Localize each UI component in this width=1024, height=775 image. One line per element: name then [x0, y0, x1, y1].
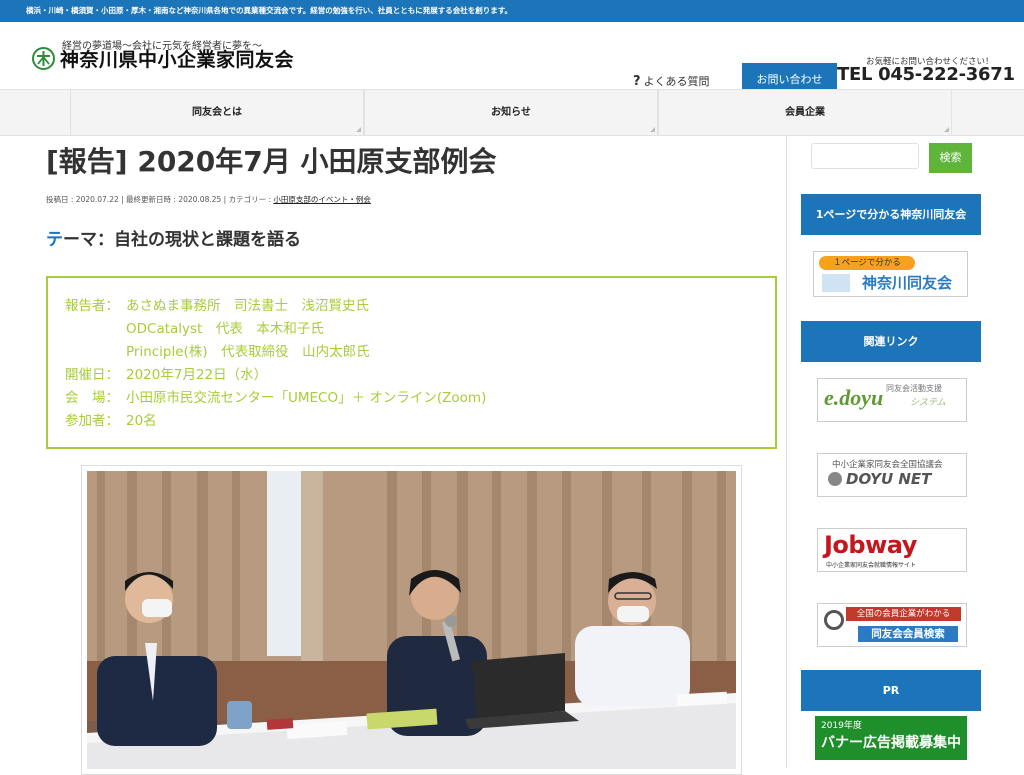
page-title: [報告] 2020年7月 小田原支部例会: [46, 145, 497, 178]
category-link[interactable]: 小田原支部のイベント・例会: [273, 195, 371, 204]
sidebar-heading-overview[interactable]: 1ページで分かる神奈川同友会: [801, 194, 981, 235]
edoyu-sub2: システム: [910, 398, 946, 408]
global-nav: 同友会とは お知らせ 会員企業: [0, 89, 1024, 136]
member-search-bottom: 同友会会員検索: [858, 626, 958, 642]
report-value: 20名: [126, 413, 157, 429]
theme-heading: テーマ：自社の現状と課題を語る: [46, 225, 301, 250]
corner-triangle-icon: [944, 127, 949, 132]
report-value: ODCatalyst 代表 本木和子氏: [126, 321, 324, 337]
question-icon: ?: [633, 74, 641, 89]
magnifier-icon: [824, 610, 844, 630]
book-icon: [822, 274, 850, 292]
report-value: Principle(株) 代表取締役 山内太郎氏: [126, 344, 370, 360]
phone-number[interactable]: TEL 045-222-3671: [837, 64, 1015, 85]
banner-overview-top: １ページで分かる: [819, 256, 915, 270]
nav-item-about[interactable]: 同友会とは: [70, 90, 364, 135]
report-label: 参加者：: [65, 413, 119, 429]
pr-text: バナー広告掲載募集中: [821, 735, 961, 751]
top-announcement-bar: 横浜・川崎・横須賀・小田原・厚木・湘南など神奈川県各地での異業種交流会です。経営…: [0, 0, 1024, 22]
event-photo-frame: [81, 465, 742, 775]
search-input[interactable]: [811, 143, 919, 169]
post-dates: 投稿日 : 2020.07.22 | 最終更新日時 : 2020.08.25 |…: [46, 195, 274, 204]
jobway-main: Jobway: [824, 531, 917, 559]
banner-doyunet[interactable]: 中小企業家同友会全国協議会 DOYU NET: [817, 453, 967, 497]
corner-triangle-icon: [356, 127, 361, 132]
report-line: 会 場： 小田原市民交流センター「UMECO」＋ オンライン(Zoom): [65, 387, 758, 410]
event-photo[interactable]: [87, 471, 736, 769]
report-line: 参加者： 20名: [65, 410, 758, 433]
banner-pr-ad[interactable]: 2019年度 バナー広告掲載募集中: [815, 716, 967, 760]
sidebar-heading-pr: PR: [801, 670, 981, 711]
report-summary-box: 報告者： あさぬま事務所 司法書士 浅沼賢史氏 ODCatalyst 代表 本木和…: [46, 276, 777, 449]
theme-text: ーマ：自社の現状と課題を語る: [63, 230, 301, 250]
search-button[interactable]: 検索: [929, 143, 972, 173]
sidebar-heading-links: 関連リンク: [801, 321, 981, 362]
report-line: ODCatalyst 代表 本木和子氏: [65, 318, 758, 341]
globe-icon: [828, 472, 842, 486]
member-search-top: 全国の会員企業がわかる: [846, 607, 961, 621]
report-label: 開催日：: [65, 367, 119, 383]
nav-edge-right: [952, 90, 1024, 135]
logo-mark-icon: [32, 47, 55, 70]
nav-item-news[interactable]: お知らせ: [364, 90, 658, 135]
banner-member-search[interactable]: 全国の会員企業がわかる 同友会会員検索: [817, 603, 967, 647]
report-value: 小田原市民交流センター「UMECO」＋ オンライン(Zoom): [126, 390, 487, 406]
report-value: 2020年7月22日（水）: [126, 367, 268, 383]
sidebar: 検索 1ページで分かる神奈川同友会 １ページで分かる 神奈川同友会 関連リンク …: [786, 136, 1024, 768]
report-label: 報告者：: [65, 298, 119, 314]
banner-jobway[interactable]: Jobway 中小企業家同友会就職情報サイト: [817, 528, 967, 572]
nav-item-label: お知らせ: [491, 107, 531, 118]
faq-label: よくある質問: [643, 75, 710, 88]
report-label: 会 場：: [65, 390, 119, 406]
doyunet-main: DOYU NET: [846, 470, 932, 488]
site-name: 神奈川県中小企業家同友会: [60, 49, 295, 71]
nav-item-members[interactable]: 会員企業: [658, 90, 952, 135]
site-header: 経営の夢道場～会社に元気を経営者に夢を～ 神奈川県中小企業家同友会 ? よくある質…: [0, 22, 1024, 96]
report-line: 報告者： あさぬま事務所 司法書士 浅沼賢史氏: [65, 295, 758, 318]
doyunet-top: 中小企業家同友会全国協議会: [832, 460, 943, 470]
nav-item-label: 同友会とは: [192, 107, 242, 118]
pr-year: 2019年度: [821, 721, 862, 731]
jobway-sub: 中小企業家同友会就職情報サイト: [826, 562, 917, 569]
report-line: 開催日： 2020年7月22日（水）: [65, 364, 758, 387]
banner-overview-bottom: 神奈川同友会: [862, 274, 953, 292]
edoyu-sub1: 同友会活動支援: [886, 384, 942, 393]
edoyu-logo: e.doyu: [824, 385, 884, 410]
report-line: Principle(株) 代表取締役 山内太郎氏: [65, 341, 758, 364]
nav-item-label: 会員企業: [785, 107, 825, 118]
theme-accent: テ: [46, 230, 63, 250]
post-meta: 投稿日 : 2020.07.22 | 最終更新日時 : 2020.08.25 |…: [46, 194, 371, 205]
faq-link[interactable]: ? よくある質問: [633, 73, 710, 89]
nav-edge-left: [0, 90, 70, 135]
banner-overview[interactable]: １ページで分かる 神奈川同友会: [813, 251, 968, 297]
corner-triangle-icon: [650, 127, 655, 132]
banner-edoyu[interactable]: e.doyu 同友会活動支援 システム: [817, 378, 967, 422]
report-value: あさぬま事務所 司法書士 浅沼賢史氏: [126, 298, 369, 314]
